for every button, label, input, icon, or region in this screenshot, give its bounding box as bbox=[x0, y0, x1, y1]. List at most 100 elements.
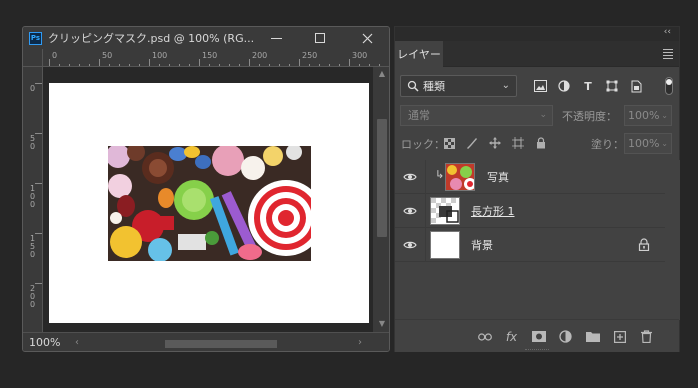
lock-label: ロック： bbox=[401, 138, 445, 151]
layer-name: 背景 bbox=[471, 239, 493, 252]
chevron-down-icon: ⌄ bbox=[661, 139, 668, 148]
ruler-label: 5 0 bbox=[29, 134, 36, 151]
panel-header: ‹‹ bbox=[395, 27, 679, 41]
opacity-value: 100% bbox=[628, 109, 660, 122]
smart-object-filter-icon[interactable] bbox=[629, 79, 643, 93]
horizontal-scroll-thumb[interactable] bbox=[165, 340, 277, 348]
filter-toggle-switch[interactable] bbox=[665, 77, 673, 95]
pixel-layer-filter-icon[interactable] bbox=[533, 79, 547, 93]
fill-label: 塗り： bbox=[591, 138, 624, 151]
chevron-down-icon: ⌄ bbox=[539, 110, 547, 120]
layer-row-rectangle[interactable]: 長方形 1 bbox=[395, 194, 665, 228]
lock-icon[interactable] bbox=[638, 238, 650, 251]
ruler-label: 150 bbox=[202, 51, 218, 60]
layer-name: 長方形 1 bbox=[471, 205, 515, 218]
eye-icon[interactable] bbox=[403, 170, 417, 184]
ruler-label: 200 bbox=[252, 51, 268, 60]
chevron-down-icon: ⌄ bbox=[501, 80, 510, 91]
canvas-area[interactable] bbox=[43, 67, 373, 332]
panel-resize-grip[interactable] bbox=[525, 349, 549, 352]
panel-footer: fx bbox=[395, 319, 679, 352]
horizontal-scrollbar[interactable]: ‹ › bbox=[75, 337, 365, 350]
layer-list: ↳ 写真 長方形 1 背景 bbox=[395, 160, 665, 262]
tab-layers[interactable]: レイヤー bbox=[395, 41, 443, 67]
clipping-mask-icon: ↳ bbox=[435, 168, 445, 181]
lock-transparent-pixels-icon[interactable] bbox=[442, 136, 456, 150]
minimize-icon bbox=[270, 37, 282, 39]
maximize-button[interactable] bbox=[305, 27, 335, 49]
opacity-label: 不透明度： bbox=[562, 110, 617, 123]
document-title: クリッピングマスク.psd @ 100% (RG... bbox=[48, 32, 255, 45]
add-mask-icon[interactable] bbox=[531, 329, 546, 344]
lock-all-icon[interactable] bbox=[534, 136, 548, 150]
horizontal-ruler[interactable]: 0 50 100 150 200 250 300 bbox=[43, 49, 389, 67]
ruler-label: 1 0 0 bbox=[29, 184, 36, 209]
new-adjustment-layer-icon[interactable] bbox=[558, 329, 573, 344]
layer-filter-row: 種類 ⌄ T bbox=[395, 73, 679, 99]
collapse-panel-icon[interactable]: ‹‹ bbox=[664, 27, 671, 37]
ruler-label: 250 bbox=[302, 51, 318, 60]
candy-image bbox=[108, 146, 311, 261]
lock-position-icon[interactable] bbox=[488, 136, 502, 150]
layer-row-background[interactable]: 背景 bbox=[395, 228, 665, 262]
layer-list-scrollbar[interactable] bbox=[665, 160, 680, 320]
adjustment-layer-filter-icon[interactable] bbox=[557, 79, 571, 93]
document-window: Ps クリッピングマスク.psd @ 100% (RG... 0 50 100 … bbox=[22, 26, 390, 352]
vertical-scroll-thumb[interactable] bbox=[377, 119, 387, 237]
chevron-down-icon: ⌄ bbox=[661, 111, 668, 120]
shape-layer-filter-icon[interactable] bbox=[605, 79, 619, 93]
ruler-label: 1 5 0 bbox=[29, 234, 36, 259]
layer-row-photo[interactable]: ↳ 写真 bbox=[395, 160, 665, 194]
ruler-corner bbox=[23, 49, 43, 67]
layer-name: 写真 bbox=[487, 171, 509, 184]
ruler-label: 50 bbox=[102, 51, 113, 60]
lock-image-pixels-icon[interactable] bbox=[465, 136, 479, 150]
panel-tabbar: レイヤー bbox=[395, 41, 679, 67]
scroll-down-icon[interactable]: ▼ bbox=[373, 319, 389, 328]
layer-thumbnail bbox=[430, 231, 460, 259]
close-button[interactable] bbox=[352, 27, 382, 49]
document-canvas[interactable] bbox=[49, 83, 369, 323]
ruler-label: 0 bbox=[52, 51, 58, 60]
new-group-folder-icon[interactable] bbox=[585, 329, 600, 344]
scroll-right-icon[interactable]: › bbox=[358, 337, 362, 348]
eye-icon[interactable] bbox=[403, 238, 417, 252]
lock-artboard-icon[interactable] bbox=[511, 136, 525, 150]
vertical-scrollbar[interactable]: ▲ ▼ bbox=[373, 67, 389, 332]
search-icon bbox=[407, 80, 419, 92]
blend-row: 通常 ⌄ 不透明度： 100% ⌄ bbox=[395, 105, 679, 127]
vertical-ruler[interactable]: 0 5 0 1 0 0 1 5 0 2 0 0 bbox=[23, 67, 43, 332]
filter-kind-label: 種類 bbox=[423, 80, 445, 93]
new-layer-icon[interactable] bbox=[612, 329, 627, 344]
ruler-label: 100 bbox=[152, 51, 168, 60]
photoshop-icon: Ps bbox=[29, 31, 42, 45]
maximize-icon bbox=[315, 33, 325, 43]
filter-kind-select[interactable]: 種類 ⌄ bbox=[400, 75, 517, 97]
layer-thumbnail bbox=[445, 163, 475, 191]
ruler-label: 2 0 0 bbox=[29, 284, 36, 309]
eye-icon[interactable] bbox=[403, 204, 417, 218]
document-titlebar[interactable]: Ps クリッピングマスク.psd @ 100% (RG... bbox=[23, 27, 389, 49]
panel-menu-icon[interactable] bbox=[663, 49, 673, 61]
zoom-level[interactable]: 100% bbox=[29, 336, 60, 349]
candy-photo bbox=[108, 146, 311, 261]
close-icon bbox=[362, 33, 372, 43]
ruler-label: 0 bbox=[29, 84, 36, 93]
delete-layer-icon[interactable] bbox=[639, 329, 654, 344]
type-layer-filter-icon[interactable]: T bbox=[581, 79, 595, 93]
lock-row: ロック： 塗り： 100% ⌄ bbox=[395, 133, 679, 155]
link-layers-icon[interactable] bbox=[477, 329, 492, 344]
blend-mode-value: 通常 bbox=[408, 109, 430, 122]
fill-input[interactable]: 100% ⌄ bbox=[624, 133, 672, 154]
layer-style-fx-icon[interactable]: fx bbox=[504, 329, 519, 344]
scroll-up-icon[interactable]: ▲ bbox=[373, 69, 389, 78]
blend-mode-select[interactable]: 通常 ⌄ bbox=[400, 105, 553, 126]
status-bar: 100% ‹ › bbox=[23, 332, 389, 351]
minimize-button[interactable] bbox=[261, 27, 291, 49]
layers-panel: ‹‹ レイヤー 種類 ⌄ T 通常 ⌄ 不透明度： 100% ⌄ ロック： 塗り… bbox=[394, 26, 680, 352]
fill-value: 100% bbox=[628, 137, 660, 150]
ruler-label: 300 bbox=[352, 51, 368, 60]
scroll-left-icon[interactable]: ‹ bbox=[75, 337, 79, 348]
opacity-input[interactable]: 100% ⌄ bbox=[624, 105, 672, 126]
layer-thumbnail bbox=[430, 197, 460, 225]
